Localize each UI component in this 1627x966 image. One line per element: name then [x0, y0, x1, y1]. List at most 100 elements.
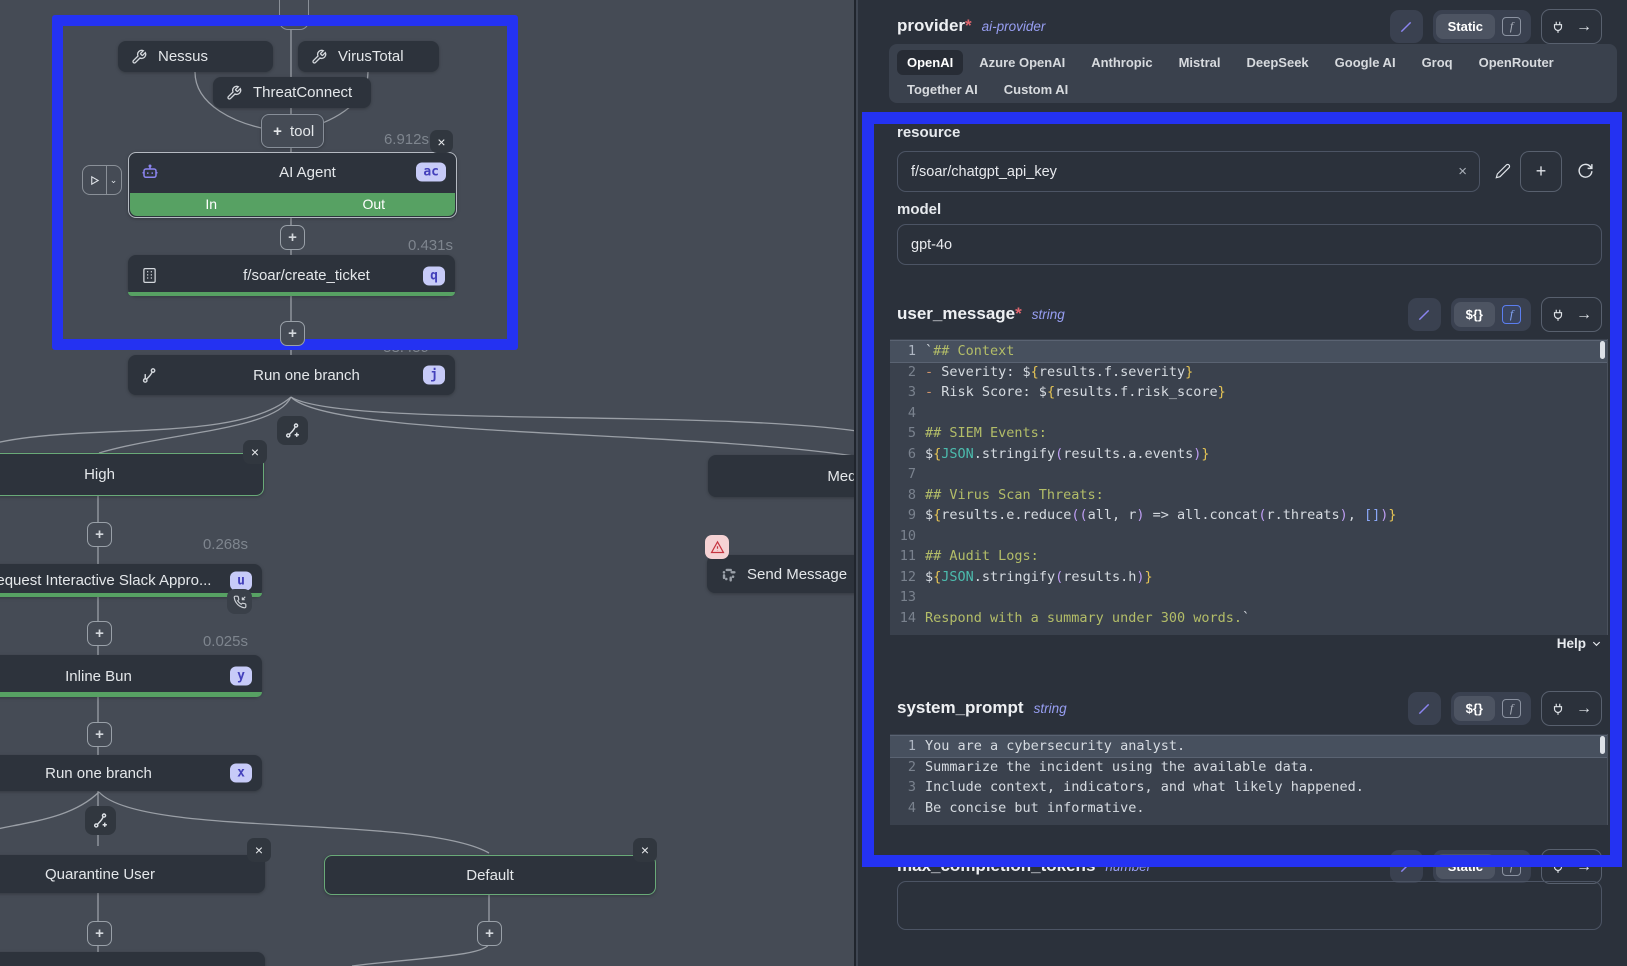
- plug-icon[interactable]: [1551, 702, 1565, 716]
- tool-button[interactable]: + tool: [261, 114, 324, 148]
- provider-tab[interactable]: Groq: [1412, 50, 1463, 75]
- field-name: system_prompt: [897, 698, 1024, 718]
- user-message-editor[interactable]: 1`## Context2- Severity: ${results.f.sev…: [890, 339, 1608, 635]
- javascript-expr-icon[interactable]: f: [1502, 305, 1521, 324]
- resource-input[interactable]: f/soar/chatgpt_api_key ×: [897, 151, 1480, 192]
- mode-template-label[interactable]: ${}: [1454, 302, 1495, 327]
- javascript-expr-icon[interactable]: f: [1502, 857, 1521, 876]
- node-run-branch-x[interactable]: Run one branch x: [0, 755, 262, 791]
- run-node-split-button[interactable]: ⌄: [82, 165, 122, 195]
- input-mode-toggle[interactable]: ${} f: [1451, 692, 1531, 725]
- node-inline-bun[interactable]: Inline Bun y: [0, 655, 262, 697]
- max-tokens-input[interactable]: [897, 881, 1602, 930]
- arrow-right-icon[interactable]: →: [1576, 858, 1592, 876]
- mode-static-label[interactable]: Static: [1436, 14, 1495, 39]
- close-quarantine-branch-button[interactable]: ×: [247, 838, 271, 862]
- add-resource-button[interactable]: +: [1520, 151, 1562, 192]
- node-id-badge: q: [423, 266, 445, 285]
- robot-icon: [141, 163, 159, 181]
- plug-icon[interactable]: [1551, 308, 1565, 322]
- close-high-branch-button[interactable]: ×: [243, 440, 267, 464]
- insert-step-button[interactable]: +: [87, 522, 112, 547]
- branch-icon: [140, 366, 158, 384]
- code-token: all, r: [1088, 505, 1137, 526]
- provider-tab[interactable]: Google AI: [1325, 50, 1406, 75]
- node-partial-bottom[interactable]: [0, 952, 265, 966]
- node-virustotal[interactable]: VirusTotal: [298, 41, 439, 72]
- editor-scrollbar[interactable]: [1600, 736, 1605, 754]
- insert-step-button[interactable]: +: [280, 225, 305, 250]
- add-branch-button[interactable]: [277, 416, 308, 445]
- node-send-message[interactable]: Send Message: [707, 555, 854, 593]
- plug-icon[interactable]: [1551, 860, 1565, 874]
- arrow-right-icon[interactable]: →: [1576, 18, 1592, 36]
- node-branch-default[interactable]: Default: [324, 855, 656, 895]
- insert-step-button[interactable]: +: [87, 621, 112, 646]
- edit-resource-button[interactable]: [1490, 158, 1516, 184]
- provider-tab[interactable]: DeepSeek: [1237, 50, 1319, 75]
- ai-wand-button[interactable]: [1408, 298, 1441, 331]
- input-mode-toggle[interactable]: ${} f: [1451, 298, 1531, 331]
- provider-tab[interactable]: OpenRouter: [1469, 50, 1564, 75]
- flow-canvas[interactable]: 58.459 o Nessus VirusTotal ThreatConnect: [0, 0, 854, 966]
- code-line: 14Respond with a summary under 300 words…: [890, 608, 1607, 629]
- ai-wand-button[interactable]: [1408, 692, 1441, 725]
- help-toggle[interactable]: Help: [1557, 636, 1602, 651]
- line-number: 1: [890, 736, 925, 757]
- provider-tab[interactable]: OpenAI: [897, 50, 963, 75]
- line-number: 6: [890, 444, 925, 465]
- provider-tab[interactable]: Custom AI: [994, 77, 1079, 102]
- close-ai-agent-button[interactable]: ×: [430, 130, 453, 153]
- editor-scrollbar[interactable]: [1600, 341, 1605, 359]
- ai-wand-button[interactable]: [1390, 850, 1423, 883]
- ai-wand-button[interactable]: [1390, 10, 1423, 43]
- system-prompt-editor[interactable]: 1You are a cybersecurity analyst.2Summar…: [890, 734, 1608, 825]
- arrow-right-icon[interactable]: →: [1576, 700, 1592, 718]
- node-quarantine-user[interactable]: Quarantine User: [0, 855, 265, 893]
- refresh-resource-button[interactable]: [1572, 157, 1599, 184]
- node-branch-medium[interactable]: Medium: [708, 455, 854, 497]
- field-name: provider: [897, 16, 965, 36]
- node-threatconnect[interactable]: ThreatConnect: [213, 77, 371, 108]
- field-type: string: [1032, 307, 1065, 322]
- javascript-expr-icon[interactable]: f: [1502, 17, 1521, 36]
- line-number: 4: [890, 798, 925, 819]
- connect-io-group: →: [1541, 849, 1602, 884]
- arrow-right-icon[interactable]: →: [1576, 306, 1592, 324]
- input-mode-toggle[interactable]: Static f: [1433, 10, 1531, 43]
- code-token: ,: [1348, 505, 1364, 526]
- input-mode-toggle[interactable]: Static f: [1433, 850, 1531, 883]
- provider-tab[interactable]: Together AI: [897, 77, 988, 102]
- insert-step-button[interactable]: +: [87, 921, 112, 946]
- add-branch-button[interactable]: [85, 806, 116, 835]
- plug-icon[interactable]: [1551, 20, 1565, 34]
- line-number: 2: [890, 362, 925, 383]
- line-number: 4: [890, 403, 925, 424]
- clear-resource-icon[interactable]: ×: [1458, 163, 1467, 180]
- mode-static-label[interactable]: Static: [1436, 854, 1495, 879]
- code-line: 12${JSON.stringify(results.h)}: [890, 567, 1607, 588]
- flow-input-connector[interactable]: o: [279, 0, 309, 30]
- provider-tab[interactable]: Anthropic: [1081, 50, 1162, 75]
- insert-step-button[interactable]: +: [87, 722, 112, 747]
- insert-step-button[interactable]: +: [477, 921, 502, 946]
- node-slack-approval[interactable]: Request Interactive Slack Appro... u: [0, 564, 262, 597]
- model-input[interactable]: gpt-4o: [897, 224, 1602, 265]
- resource-value: f/soar/chatgpt_api_key: [911, 164, 1458, 180]
- code-token: (: [1258, 505, 1266, 526]
- provider-tab[interactable]: Azure OpenAI: [969, 50, 1075, 75]
- mode-template-label[interactable]: ${}: [1454, 696, 1495, 721]
- node-nessus[interactable]: Nessus: [118, 41, 273, 72]
- javascript-expr-icon[interactable]: f: [1502, 699, 1521, 718]
- close-default-branch-button[interactable]: ×: [633, 838, 657, 862]
- insert-step-button[interactable]: +: [280, 321, 305, 346]
- node-branch-high[interactable]: High: [0, 453, 264, 496]
- provider-tab[interactable]: Mistral: [1169, 50, 1231, 75]
- node-ai-agent[interactable]: AI Agent ac In Out: [128, 152, 457, 218]
- chevron-down-icon[interactable]: ⌄: [107, 166, 120, 194]
- node-run-branch-j[interactable]: Run one branch j: [128, 355, 455, 395]
- field-type: ai-provider: [982, 19, 1046, 34]
- node-create-ticket[interactable]: f/soar/create_ticket q: [128, 255, 455, 296]
- code-line: 9${results.e.reduce((all, r) => all.conc…: [890, 505, 1607, 526]
- play-icon[interactable]: [83, 166, 107, 194]
